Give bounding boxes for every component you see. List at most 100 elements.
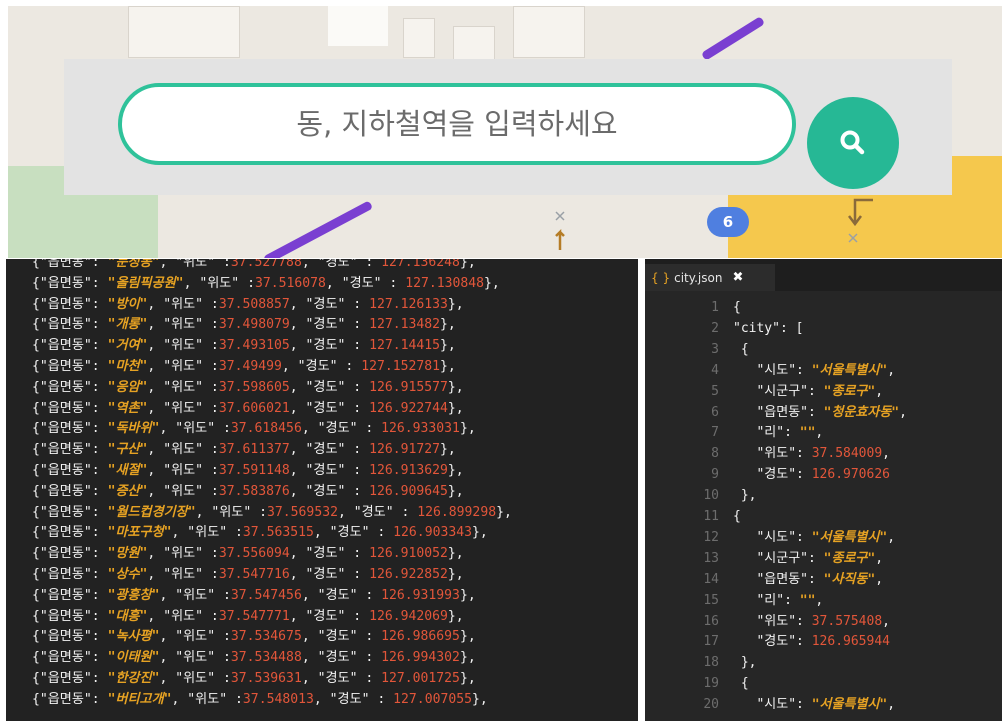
code-token: , "위도" : bbox=[195, 504, 268, 520]
code-token: "종로구" bbox=[823, 550, 876, 566]
search-box[interactable] bbox=[118, 83, 796, 165]
editor-code-line[interactable]: "위도": 37.575408, bbox=[733, 611, 890, 632]
code-token: , "위도" : bbox=[159, 259, 231, 270]
tab-city-json[interactable]: { } city.json ✖ bbox=[645, 264, 775, 291]
code-token: 126.994302 bbox=[381, 650, 460, 666]
search-button[interactable] bbox=[807, 97, 899, 189]
code-token: , "위도" : bbox=[159, 671, 231, 686]
code-token: {"읍면동": bbox=[32, 504, 108, 520]
code-token: }, bbox=[484, 275, 500, 291]
editor-code-line[interactable]: { bbox=[733, 297, 741, 318]
editor-code-line[interactable]: "리": "", bbox=[733, 590, 823, 611]
line-number: 6 bbox=[711, 404, 719, 420]
code-token: , "위도" : bbox=[147, 296, 219, 312]
code-token: }, bbox=[459, 671, 476, 686]
building bbox=[403, 18, 435, 58]
code-token: , "위도" : bbox=[183, 275, 255, 291]
editor-code-line[interactable]: "city": [ bbox=[733, 318, 803, 339]
code-token: }, bbox=[459, 629, 476, 645]
json-file-icon: { } bbox=[651, 270, 671, 285]
code-token: , "경도" : bbox=[325, 275, 406, 291]
code-token: "청운효자동" bbox=[823, 404, 900, 420]
code-token: 37.516078 bbox=[254, 275, 326, 291]
code-token: }, bbox=[459, 587, 476, 603]
code-token: 37.598605 bbox=[218, 379, 290, 395]
line-number: 13 bbox=[703, 550, 719, 566]
code-token: "마포구청" bbox=[107, 525, 172, 541]
code-token: "대흥" bbox=[107, 608, 148, 624]
subway-route-line bbox=[262, 200, 374, 258]
code-token: , "위도" : bbox=[159, 587, 231, 603]
editor-code-line[interactable]: "시군구": "종로구", bbox=[733, 548, 883, 569]
line-number: 9 bbox=[711, 467, 719, 483]
code-token: "읍면동": bbox=[733, 404, 824, 420]
editor-code-line[interactable]: { bbox=[733, 506, 741, 527]
building bbox=[453, 26, 495, 60]
editor-code-line[interactable]: "읍면동": "사직동", bbox=[733, 569, 883, 590]
code-token: 37.556094 bbox=[218, 546, 290, 562]
code-token: 37.548013 bbox=[242, 691, 314, 707]
code-token: "방이" bbox=[107, 296, 148, 312]
building bbox=[513, 6, 585, 58]
code-token: 37.534488 bbox=[230, 650, 302, 666]
code-token: 37.611377 bbox=[218, 442, 290, 458]
line-number: 15 bbox=[703, 592, 719, 608]
code-token: , "경도" : bbox=[301, 650, 382, 666]
code-token: }, bbox=[447, 608, 464, 624]
code-token: "경도": bbox=[733, 467, 812, 483]
code-token: "이태원" bbox=[107, 650, 160, 666]
code-token: 37.508857 bbox=[218, 296, 290, 312]
code-token: "응암" bbox=[107, 379, 148, 395]
editor-code-line[interactable]: "시군구": "종로구", bbox=[733, 381, 883, 402]
code-token: }, bbox=[447, 400, 464, 416]
code-line: {"읍면동": "망원", "위도" :37.556094, "경도" : 12… bbox=[32, 543, 464, 564]
editor-code-line[interactable]: "시도": "서울특별시", bbox=[733, 694, 895, 715]
editor-code-line[interactable]: "위도": 37.584009, bbox=[733, 443, 890, 464]
code-token: {"읍면동": bbox=[32, 567, 108, 582]
line-number: 19 bbox=[703, 676, 719, 692]
editor-code-line[interactable]: "리": "", bbox=[733, 422, 823, 443]
code-token: 127.126133 bbox=[369, 296, 448, 312]
code-token: 37.49499 bbox=[218, 359, 282, 374]
editor-code-line[interactable]: "시도": "서울특별시", bbox=[733, 360, 895, 381]
code-token: , "위도" : bbox=[171, 525, 243, 541]
code-token: {"읍면동": bbox=[32, 442, 108, 458]
code-token: 126.913629 bbox=[369, 463, 448, 478]
line-number: 11 bbox=[703, 509, 719, 524]
code-token: }, bbox=[440, 317, 456, 333]
editor-code-line[interactable]: }, bbox=[733, 652, 757, 673]
code-token: {"읍면동": bbox=[32, 608, 108, 624]
line-number: 20 bbox=[703, 697, 719, 713]
code-token: 37.563515 bbox=[242, 525, 314, 541]
line-number: 5 bbox=[711, 383, 719, 399]
code-token: , "경도" : bbox=[289, 317, 370, 333]
code-token: , bbox=[899, 404, 907, 420]
editor-code-line[interactable]: "경도": 126.965944 bbox=[733, 631, 890, 652]
code-token: "문정동" bbox=[107, 259, 160, 270]
code-token: , "경도" : bbox=[289, 608, 370, 624]
editor-code-line[interactable]: { bbox=[733, 339, 749, 360]
editor-code-line[interactable]: }, bbox=[733, 485, 757, 506]
code-token: "경도": bbox=[733, 634, 812, 650]
editor-code-line[interactable]: "시도": "서울특별시", bbox=[733, 527, 895, 548]
code-line: {"읍면동": "마천", "위도" :37.49499, "경도" : 127… bbox=[32, 356, 456, 377]
code-token: "마천" bbox=[107, 359, 148, 374]
close-icon[interactable]: ✖ bbox=[732, 270, 743, 285]
code-token: {"읍면동": bbox=[32, 421, 108, 437]
code-token: "망원" bbox=[107, 546, 148, 562]
code-token: , bbox=[875, 571, 884, 587]
code-token: 37.583876 bbox=[218, 483, 290, 499]
code-token: }, bbox=[472, 691, 488, 707]
editor-code-line[interactable]: { bbox=[733, 673, 749, 694]
code-token: , "경도" : bbox=[313, 525, 394, 541]
code-token: 126.942069 bbox=[369, 608, 448, 624]
search-input[interactable] bbox=[175, 106, 739, 142]
code-token: "상수" bbox=[107, 567, 148, 582]
code-token: 37.569532 bbox=[267, 504, 338, 520]
code-token: }, bbox=[440, 359, 456, 374]
editor-tab-bar: { } city.json ✖ bbox=[645, 259, 1002, 291]
code-token: , "위도" : bbox=[147, 483, 219, 499]
editor-code-line[interactable]: "경도": 126.970626 bbox=[733, 464, 890, 485]
editor-code-line[interactable]: "읍면동": "청운효자동", bbox=[733, 402, 907, 423]
code-token: "city": [ bbox=[733, 320, 804, 336]
